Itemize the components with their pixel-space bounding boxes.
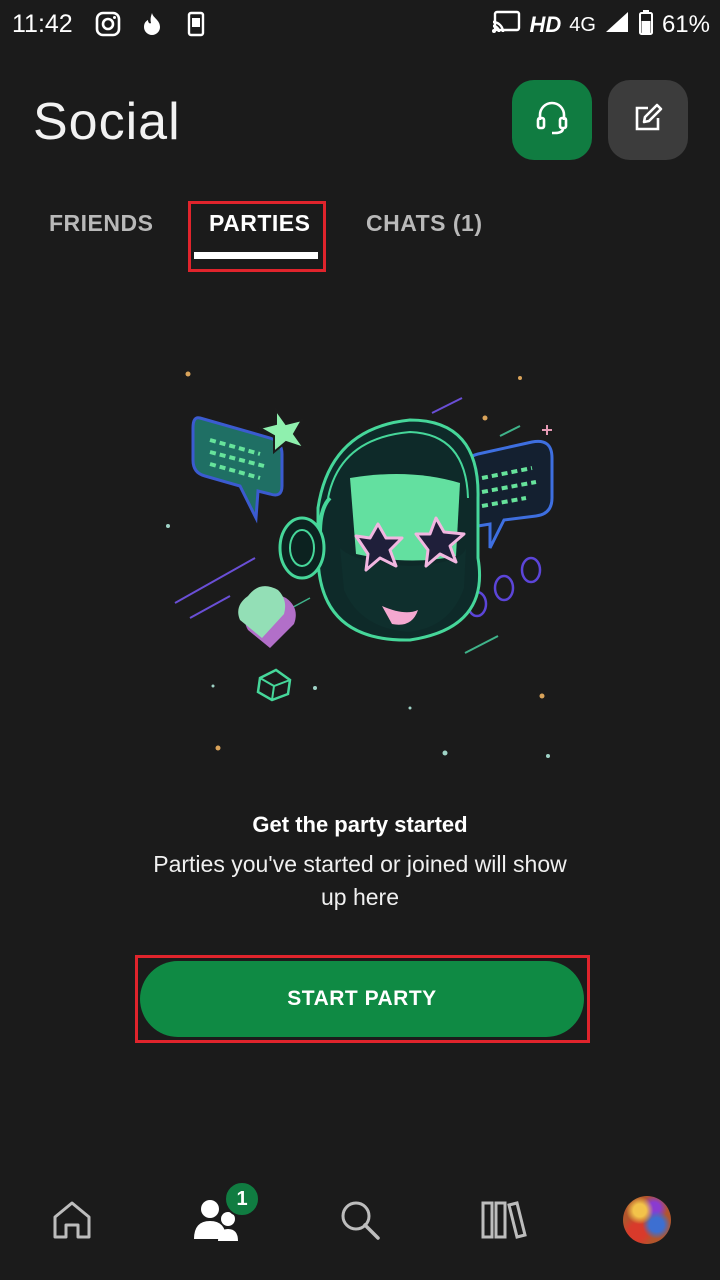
party-illustration xyxy=(160,358,570,768)
tinder-icon xyxy=(138,10,166,38)
highlight-box-start-party xyxy=(135,955,590,1043)
tab-friends[interactable]: FRIENDS xyxy=(49,210,153,237)
tab-chats[interactable]: CHATS (1) xyxy=(366,210,483,237)
network-type: 4G xyxy=(569,13,596,36)
new-message-button[interactable] xyxy=(608,80,688,160)
social-notification-badge: 1 xyxy=(224,1181,260,1217)
empty-state-subtitle: Parties you've started or joined will sh… xyxy=(153,851,567,910)
phone-icon xyxy=(182,10,210,38)
instagram-icon xyxy=(94,10,122,38)
battery-icon xyxy=(638,9,654,41)
compose-icon xyxy=(628,98,668,143)
nav-library[interactable] xyxy=(474,1192,534,1252)
avatar[interactable] xyxy=(623,1196,671,1244)
status-time: 11:42 xyxy=(12,10,73,38)
search-icon xyxy=(337,1197,383,1248)
highlight-box-parties-tab xyxy=(188,201,326,272)
empty-state-title: Get the party started xyxy=(252,812,468,837)
start-party-header-button[interactable] xyxy=(512,80,592,160)
headset-icon xyxy=(532,98,572,143)
home-icon xyxy=(49,1197,95,1248)
nav-home[interactable] xyxy=(42,1192,102,1252)
library-icon xyxy=(479,1197,529,1248)
cast-icon xyxy=(491,10,521,40)
signal-icon xyxy=(604,10,630,40)
page-title: Social xyxy=(33,93,181,151)
nav-search[interactable] xyxy=(330,1192,390,1252)
hd-indicator: HD xyxy=(529,12,562,37)
battery-level: 61% xyxy=(661,11,710,38)
status-right: HD 4G 61% xyxy=(491,8,710,42)
status-bar: 11:42 HD 4G 61% xyxy=(0,0,720,50)
